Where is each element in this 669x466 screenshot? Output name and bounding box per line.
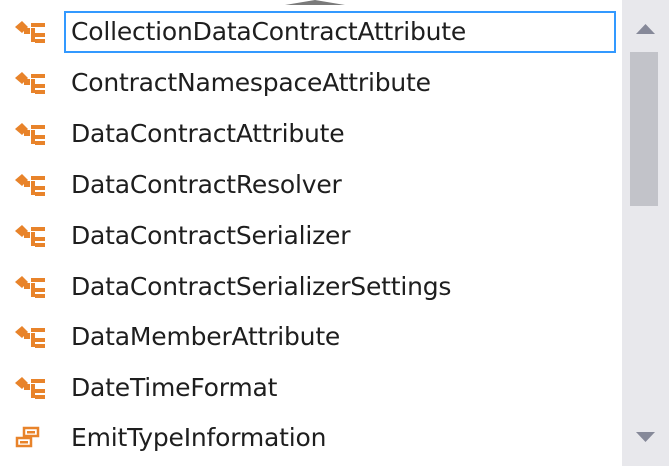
completion-item-label: DateTimeFormat bbox=[71, 372, 278, 402]
class-attribute-icon bbox=[15, 377, 45, 399]
scroll-down-arrow-icon[interactable] bbox=[622, 418, 669, 458]
completion-item-label: EmitTypeInformation bbox=[71, 422, 327, 452]
vertical-scrollbar[interactable] bbox=[622, 0, 669, 466]
completion-item[interactable]: DataContractResolver bbox=[0, 159, 622, 209]
completion-item-label: CollectionDataContractAttribute bbox=[71, 16, 467, 46]
completion-item-label: DataMemberAttribute bbox=[71, 321, 341, 351]
completion-item-label: DataContractAttribute bbox=[71, 118, 345, 148]
class-attribute-icon bbox=[15, 174, 45, 196]
completion-item-label: DataContractSerializerSettings bbox=[71, 271, 452, 301]
enum-icon bbox=[15, 426, 40, 448]
completion-item[interactable]: DataContractAttribute bbox=[0, 108, 622, 158]
class-attribute-icon bbox=[15, 21, 45, 43]
scroll-up-arrow-icon[interactable] bbox=[622, 8, 669, 48]
completion-item[interactable]: EmitTypeInformation bbox=[0, 412, 622, 462]
completion-item[interactable]: DataContractSerializerSettings bbox=[0, 261, 622, 311]
class-attribute-icon bbox=[15, 225, 45, 247]
class-attribute-icon bbox=[15, 72, 45, 94]
completion-item-label: DataContractResolver bbox=[71, 169, 342, 199]
completion-item-label: ContractNamespaceAttribute bbox=[71, 67, 431, 97]
completion-item[interactable]: DataContractSerializer bbox=[0, 210, 622, 260]
completion-list[interactable]: CollectionDataContractAttribute Contract… bbox=[0, 0, 622, 466]
intellisense-completion-popup: CollectionDataContractAttribute Contract… bbox=[0, 0, 669, 466]
completion-item[interactable]: ContractNamespaceAttribute bbox=[0, 57, 622, 107]
completion-item[interactable]: CollectionDataContractAttribute bbox=[0, 6, 622, 56]
completion-item[interactable]: DateTimeFormat bbox=[0, 362, 622, 412]
class-attribute-icon bbox=[15, 276, 45, 298]
class-attribute-icon bbox=[15, 123, 45, 145]
completion-item[interactable]: DataMemberAttribute bbox=[0, 311, 622, 361]
completion-item-label: DataContractSerializer bbox=[71, 220, 351, 250]
scrollbar-thumb[interactable] bbox=[630, 52, 658, 206]
class-attribute-icon bbox=[15, 326, 45, 348]
